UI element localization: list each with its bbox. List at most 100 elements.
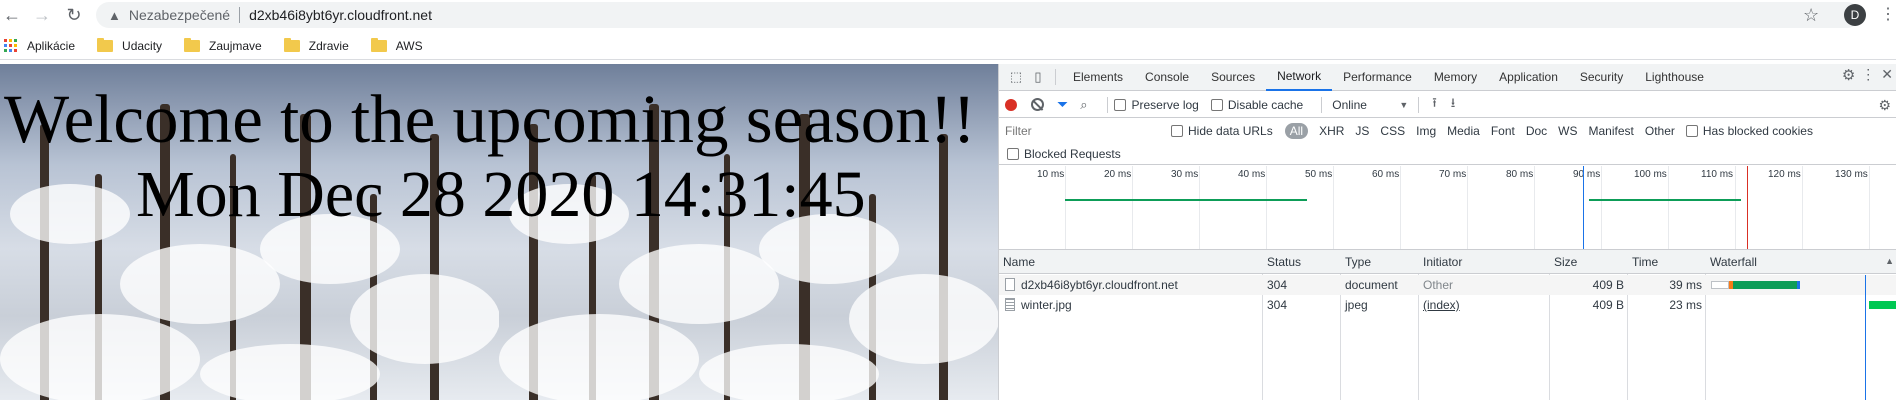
document-file-icon — [1005, 278, 1015, 291]
filter-type-font[interactable]: Font — [1491, 124, 1515, 138]
image-file-icon — [1005, 298, 1015, 311]
table-row[interactable]: winter.jpg 304 jpeg (index) 409 B 23 ms — [999, 295, 1896, 315]
table-row[interactable]: d2xb46i8ybt6yr.cloudfront.net 304 docume… — [999, 275, 1896, 295]
bookmark-folder-zaujmave[interactable]: Zaujmave — [184, 37, 262, 53]
bookmark-apps[interactable]: Aplikácie — [4, 38, 76, 53]
domcontentloaded-marker — [1583, 166, 1584, 249]
column-header-type[interactable]: Type — [1345, 255, 1371, 269]
request-name[interactable]: d2xb46i8ybt6yr.cloudfront.net — [1021, 278, 1178, 292]
filter-type-doc[interactable]: Doc — [1526, 124, 1547, 138]
address-separator — [239, 7, 241, 23]
waterfall-waiting-bar — [1733, 281, 1797, 289]
devtools-menu-icon[interactable]: ⋮ — [1861, 66, 1875, 84]
checkbox-box[interactable] — [1114, 98, 1127, 111]
back-arrow-icon[interactable]: ← — [0, 3, 24, 27]
tab-security[interactable]: Security — [1569, 64, 1634, 91]
throttling-value: Online — [1332, 97, 1367, 112]
column-header-time[interactable]: Time — [1632, 255, 1658, 269]
waterfall-waiting-bar — [1869, 301, 1896, 309]
tab-sources[interactable]: Sources — [1200, 64, 1266, 91]
filter-input[interactable] — [1005, 122, 1167, 140]
filter-type-manifest[interactable]: Manifest — [1589, 124, 1634, 138]
folder-icon — [283, 37, 300, 52]
filter-type-img[interactable]: Img — [1416, 124, 1436, 138]
has-blocked-cookies-checkbox[interactable]: Has blocked cookies — [1685, 124, 1813, 138]
checkbox-box[interactable] — [1007, 147, 1019, 160]
browser-menu-icon[interactable]: ⋮ — [1880, 4, 1896, 24]
throttling-select[interactable]: Online ▼ — [1332, 98, 1412, 112]
column-header-initiator[interactable]: Initiator — [1423, 255, 1462, 269]
device-toolbar-icon[interactable]: ▯ — [1027, 66, 1049, 88]
bookmark-star-icon[interactable]: ☆ — [1803, 5, 1819, 26]
timeline-tick: 20 ms — [1104, 169, 1132, 180]
preserve-log-checkbox[interactable]: Preserve log — [1114, 98, 1199, 112]
timeline-tick: 60 ms — [1372, 169, 1400, 180]
timeline-tick: 40 ms — [1238, 169, 1266, 180]
warning-triangle-icon[interactable]: ▲ — [108, 8, 121, 23]
clear-icon[interactable] — [1031, 98, 1044, 111]
import-har-icon[interactable]: ⭱ — [1432, 94, 1437, 116]
security-label[interactable]: Nezabezpečené — [129, 7, 230, 23]
bookmark-label: Aplikácie — [27, 38, 76, 53]
bookmark-label: Udacity — [122, 38, 163, 53]
export-har-icon[interactable]: ⭳ — [1451, 94, 1456, 116]
network-settings-gear-icon[interactable]: ⚙ — [1878, 97, 1891, 114]
request-status: 304 — [1267, 278, 1288, 292]
timeline-tick: 110 ms — [1701, 169, 1734, 180]
browser-toolbar: ← → ↻ ▲ Nezabezpečené d2xb46i8ybt6yr.clo… — [0, 0, 1896, 30]
network-overview-timeline[interactable]: 10 ms 20 ms 30 ms 40 ms 50 ms 60 ms 70 m… — [999, 166, 1896, 250]
column-header-status[interactable]: Status — [1267, 255, 1301, 269]
page-heading: Welcome to the upcoming season!! — [4, 81, 976, 157]
filter-type-xhr[interactable]: XHR — [1319, 124, 1344, 138]
filter-type-ws[interactable]: WS — [1558, 124, 1577, 138]
blocked-requests-checkbox[interactable]: Blocked Requests — [1007, 147, 1121, 161]
tab-lighthouse[interactable]: Lighthouse — [1634, 64, 1715, 91]
tab-performance[interactable]: Performance — [1332, 64, 1423, 91]
tab-memory[interactable]: Memory — [1423, 64, 1488, 91]
overview-request-bar — [1065, 199, 1307, 201]
address-bar[interactable]: ▲ Nezabezpečené d2xb46i8ybt6yr.cloudfron… — [96, 2, 1860, 28]
folder-icon — [184, 37, 201, 52]
network-toolbar: ⏷ ⌕ Preserve log Disable cache Online ▼ … — [999, 92, 1896, 118]
column-header-name[interactable]: Name — [1003, 255, 1035, 269]
url-text[interactable]: d2xb46i8ybt6yr.cloudfront.net — [249, 7, 432, 23]
timeline-tick: 80 ms — [1506, 169, 1534, 180]
filter-type-media[interactable]: Media — [1447, 124, 1480, 138]
tab-elements[interactable]: Elements — [1062, 64, 1134, 91]
column-header-size[interactable]: Size — [1554, 255, 1577, 269]
tab-network[interactable]: Network — [1266, 64, 1333, 91]
settings-gear-icon[interactable]: ⚙ — [1842, 66, 1855, 84]
bookmark-folder-aws[interactable]: AWS — [370, 37, 423, 53]
checkbox-label: Disable cache — [1227, 97, 1304, 112]
hide-data-urls-checkbox[interactable]: Hide data URLs — [1171, 124, 1273, 138]
page-viewport: Welcome to the upcoming season!! Mon Dec… — [0, 64, 998, 400]
request-name[interactable]: winter.jpg — [1021, 298, 1072, 312]
filter-type-other[interactable]: Other — [1645, 124, 1675, 138]
overview-request-bar — [1589, 199, 1741, 201]
filter-type-all[interactable]: All — [1284, 123, 1309, 139]
tab-console[interactable]: Console — [1134, 64, 1200, 91]
request-initiator-link[interactable]: (index) — [1423, 298, 1460, 312]
checkbox-box[interactable] — [1171, 125, 1183, 137]
disable-cache-checkbox[interactable]: Disable cache — [1210, 97, 1304, 112]
divider — [1055, 69, 1056, 85]
reload-icon[interactable]: ↻ — [62, 3, 86, 27]
timeline-tick: 10 ms — [1037, 169, 1065, 180]
search-icon[interactable]: ⌕ — [1080, 97, 1087, 113]
bookmark-folder-udacity[interactable]: Udacity — [97, 37, 163, 53]
checkbox-box[interactable] — [1210, 98, 1223, 111]
sort-ascending-icon[interactable]: ▲ — [1885, 256, 1894, 266]
close-icon[interactable]: ✕ — [1881, 66, 1893, 84]
filter-type-js[interactable]: JS — [1355, 124, 1369, 138]
filter-type-css[interactable]: CSS — [1380, 124, 1405, 138]
load-event-marker — [1747, 166, 1748, 249]
bookmark-folder-zdravie[interactable]: Zdravie — [283, 37, 349, 53]
filter-funnel-icon[interactable]: ⏷ — [1057, 96, 1068, 113]
inspect-element-icon[interactable]: ⬚ — [1005, 66, 1027, 88]
tab-application[interactable]: Application — [1488, 64, 1569, 91]
forward-arrow-icon[interactable]: → — [30, 3, 54, 27]
checkbox-box[interactable] — [1685, 125, 1698, 137]
column-header-waterfall[interactable]: Waterfall — [1710, 255, 1757, 269]
profile-avatar[interactable]: D — [1844, 4, 1866, 26]
record-icon[interactable] — [1005, 98, 1017, 111]
